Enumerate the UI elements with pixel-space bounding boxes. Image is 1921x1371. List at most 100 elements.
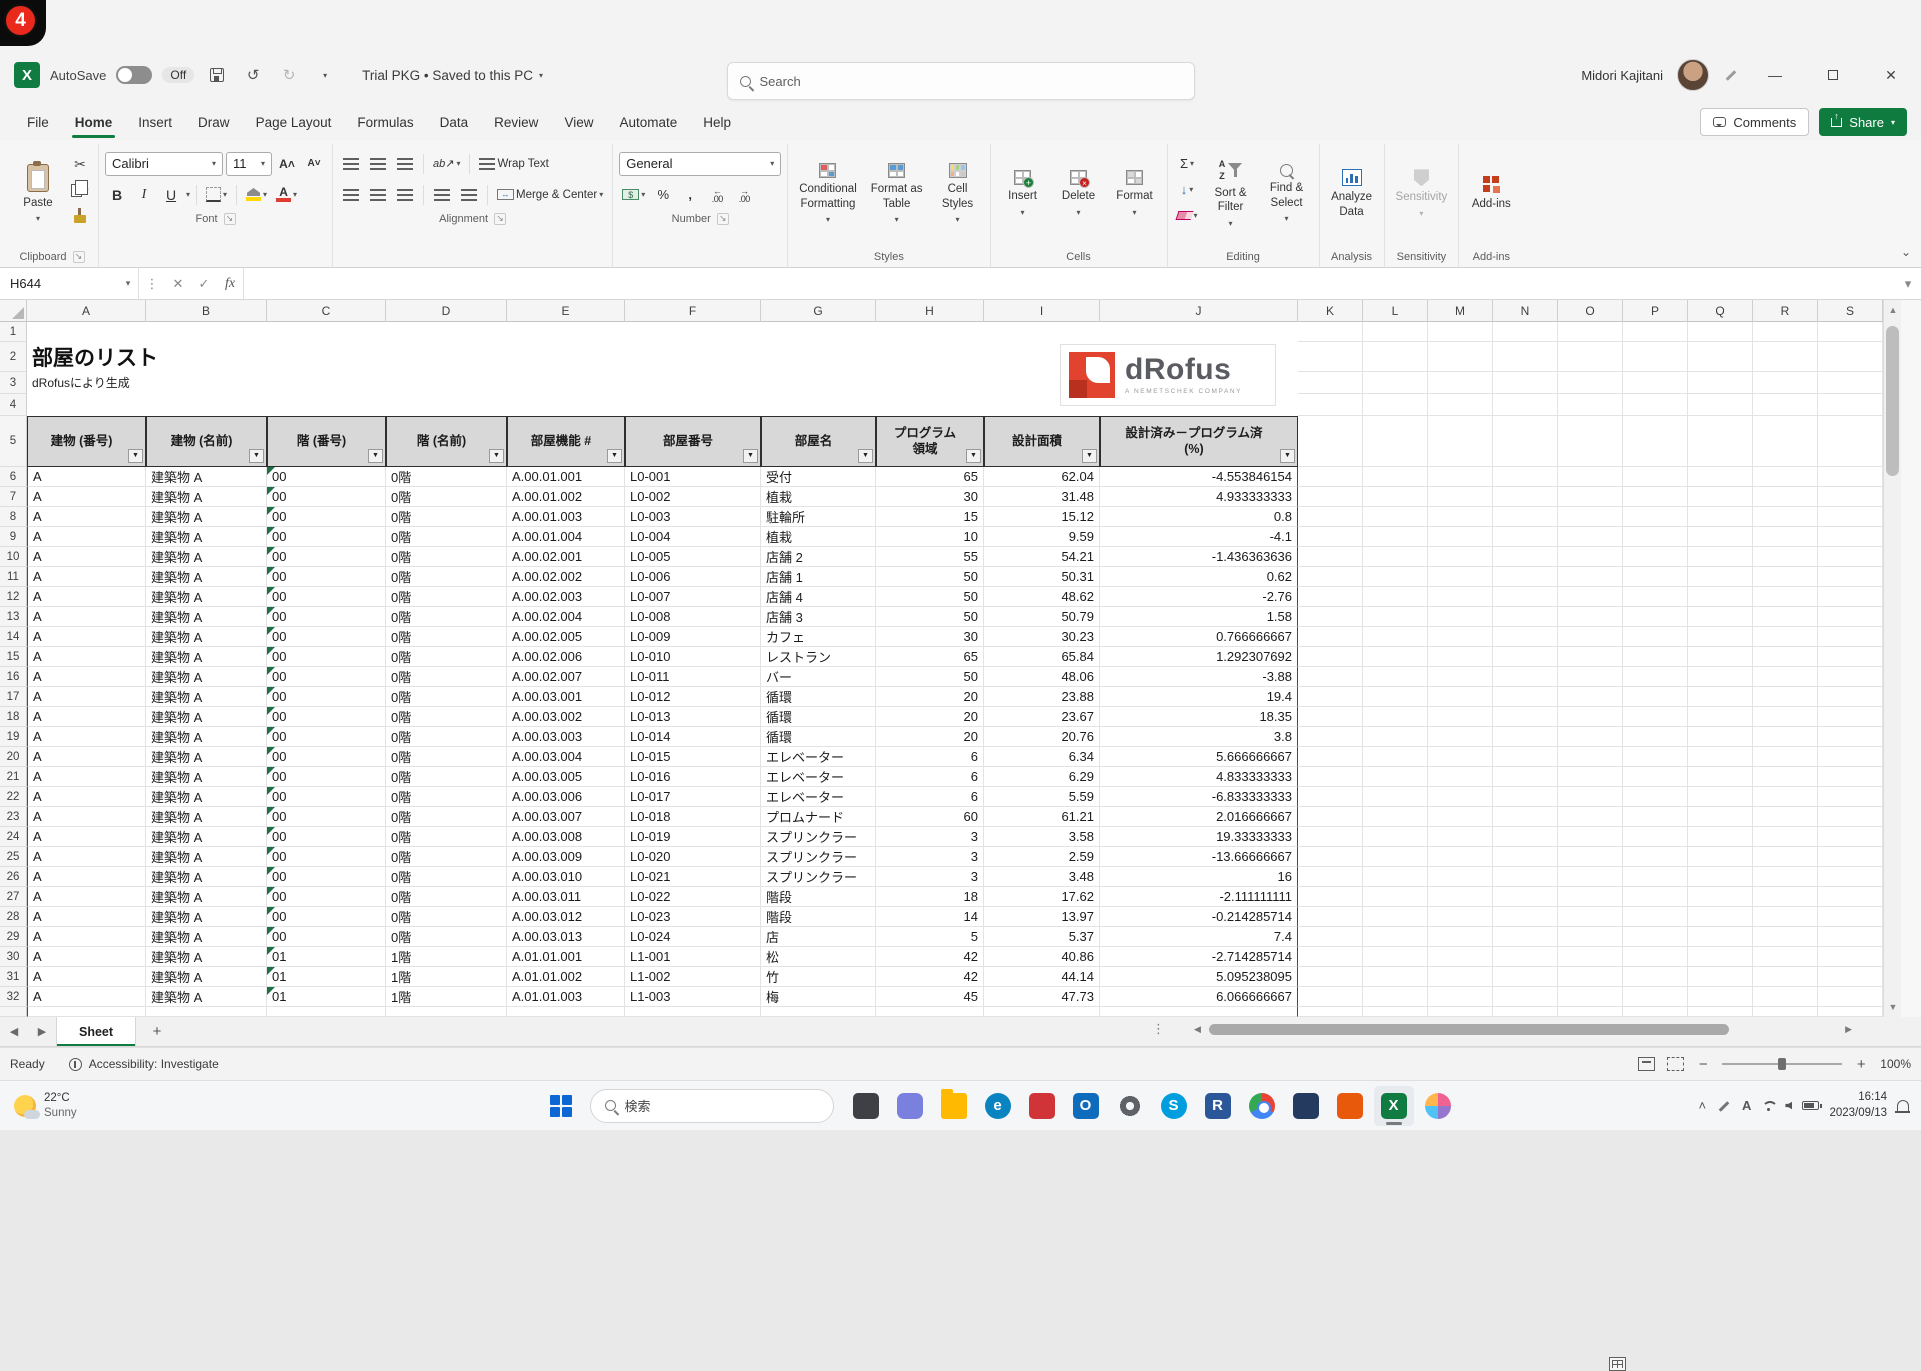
- row-header-11[interactable]: 11: [0, 567, 27, 587]
- cell-R9[interactable]: [1753, 527, 1818, 547]
- cell-E20[interactable]: A.00.03.004: [507, 747, 625, 767]
- cell-C4[interactable]: [267, 394, 386, 416]
- cell-K24[interactable]: [1298, 827, 1363, 847]
- cell-F11[interactable]: L0-006: [625, 567, 761, 587]
- cell-O3[interactable]: [1558, 372, 1623, 394]
- cell-P6[interactable]: [1623, 467, 1688, 487]
- cell-C7[interactable]: 00: [267, 487, 386, 507]
- autosum-button[interactable]: Σ▾: [1174, 151, 1201, 175]
- cell-D26[interactable]: 0階: [386, 867, 507, 887]
- cell-C6[interactable]: 00: [267, 467, 386, 487]
- cell-O11[interactable]: [1558, 567, 1623, 587]
- avatar[interactable]: [1677, 59, 1709, 91]
- cell-P20[interactable]: [1623, 747, 1688, 767]
- cell-D22[interactable]: 0階: [386, 787, 507, 807]
- cancel-entry-button[interactable]: ✕: [165, 268, 191, 299]
- cell-D28[interactable]: 0階: [386, 907, 507, 927]
- cell-A1[interactable]: [27, 322, 146, 342]
- cell-F7[interactable]: L0-002: [625, 487, 761, 507]
- wifi-icon[interactable]: [1761, 1101, 1775, 1111]
- tab-insert[interactable]: Insert: [125, 104, 185, 140]
- cell-S1[interactable]: [1818, 322, 1883, 342]
- cell-H30[interactable]: 42: [876, 947, 984, 967]
- cell-K22[interactable]: [1298, 787, 1363, 807]
- horizontal-scroll-thumb[interactable]: [1209, 1024, 1729, 1035]
- cell-F27[interactable]: L0-022: [625, 887, 761, 907]
- column-header-A[interactable]: A: [27, 300, 146, 322]
- cell-R2[interactable]: [1753, 342, 1818, 372]
- cell-Q29[interactable]: [1688, 927, 1753, 947]
- cell-K31[interactable]: [1298, 967, 1363, 987]
- cell-K1[interactable]: [1298, 322, 1363, 342]
- cell-J23[interactable]: 2.016666667: [1100, 807, 1298, 827]
- cell-B10[interactable]: 建築物 A: [146, 547, 267, 567]
- cell-D2[interactable]: [386, 342, 507, 372]
- taskbar-icon-app-orange-tile[interactable]: [1330, 1086, 1370, 1126]
- cell-K15[interactable]: [1298, 647, 1363, 667]
- cell-C33[interactable]: [267, 1007, 386, 1017]
- cell-F28[interactable]: L0-023: [625, 907, 761, 927]
- cell-C22[interactable]: 00: [267, 787, 386, 807]
- cell-B33[interactable]: [146, 1007, 267, 1017]
- autosave-toggle[interactable]: [116, 66, 152, 84]
- underline-button[interactable]: U: [159, 183, 183, 207]
- cell-K13[interactable]: [1298, 607, 1363, 627]
- cell-S13[interactable]: [1818, 607, 1883, 627]
- cell-E13[interactable]: A.00.02.004: [507, 607, 625, 627]
- cell-O20[interactable]: [1558, 747, 1623, 767]
- cell-H2[interactable]: [876, 342, 984, 372]
- cell-L24[interactable]: [1363, 827, 1428, 847]
- cell-D30[interactable]: 1階: [386, 947, 507, 967]
- cell-P32[interactable]: [1623, 987, 1688, 1007]
- cell-L13[interactable]: [1363, 607, 1428, 627]
- cell-I9[interactable]: 9.59: [984, 527, 1100, 547]
- cell-J14[interactable]: 0.766666667: [1100, 627, 1298, 647]
- cell-E9[interactable]: A.00.01.004: [507, 527, 625, 547]
- cell-E1[interactable]: [507, 322, 625, 342]
- cell-D8[interactable]: 0階: [386, 507, 507, 527]
- cell-N10[interactable]: [1493, 547, 1558, 567]
- cell-N25[interactable]: [1493, 847, 1558, 867]
- cell-R20[interactable]: [1753, 747, 1818, 767]
- cell-H29[interactable]: 5: [876, 927, 984, 947]
- cell-J31[interactable]: 5.095238095: [1100, 967, 1298, 987]
- cell-M2[interactable]: [1428, 342, 1493, 372]
- cell-I23[interactable]: 61.21: [984, 807, 1100, 827]
- cell-K32[interactable]: [1298, 987, 1363, 1007]
- cell-N2[interactable]: [1493, 342, 1558, 372]
- cell-R14[interactable]: [1753, 627, 1818, 647]
- cell-P19[interactable]: [1623, 727, 1688, 747]
- scroll-left-arrow[interactable]: ◀: [1190, 1024, 1205, 1035]
- cell-R13[interactable]: [1753, 607, 1818, 627]
- cell-B7[interactable]: 建築物 A: [146, 487, 267, 507]
- format-painter-button[interactable]: [68, 204, 92, 228]
- cell-Q15[interactable]: [1688, 647, 1753, 667]
- cell-J28[interactable]: -0.214285714: [1100, 907, 1298, 927]
- cell-Q13[interactable]: [1688, 607, 1753, 627]
- cell-I28[interactable]: 13.97: [984, 907, 1100, 927]
- cell-Q33[interactable]: [1688, 1007, 1753, 1017]
- cell-M20[interactable]: [1428, 747, 1493, 767]
- format-cells-button[interactable]: Format ▾: [1109, 146, 1161, 242]
- cell-I15[interactable]: 65.84: [984, 647, 1100, 667]
- cell-P23[interactable]: [1623, 807, 1688, 827]
- cell-Q19[interactable]: [1688, 727, 1753, 747]
- cell-F6[interactable]: L0-001: [625, 467, 761, 487]
- page-layout-view-button[interactable]: [1638, 1057, 1655, 1071]
- orientation-button[interactable]: ab↗▾: [430, 152, 463, 176]
- cell-H13[interactable]: 50: [876, 607, 984, 627]
- cell-B26[interactable]: 建築物 A: [146, 867, 267, 887]
- cell-F9[interactable]: L0-004: [625, 527, 761, 547]
- cell-D23[interactable]: 0階: [386, 807, 507, 827]
- cell-E21[interactable]: A.00.03.005: [507, 767, 625, 787]
- cell-R23[interactable]: [1753, 807, 1818, 827]
- cell-J1[interactable]: [1100, 322, 1298, 342]
- cell-L30[interactable]: [1363, 947, 1428, 967]
- cell-F31[interactable]: L1-002: [625, 967, 761, 987]
- cell-K25[interactable]: [1298, 847, 1363, 867]
- row-header-19[interactable]: 19: [0, 727, 27, 747]
- cell-E12[interactable]: A.00.02.003: [507, 587, 625, 607]
- cell-Q1[interactable]: [1688, 322, 1753, 342]
- cell-G17[interactable]: 循環: [761, 687, 876, 707]
- cell-L1[interactable]: [1363, 322, 1428, 342]
